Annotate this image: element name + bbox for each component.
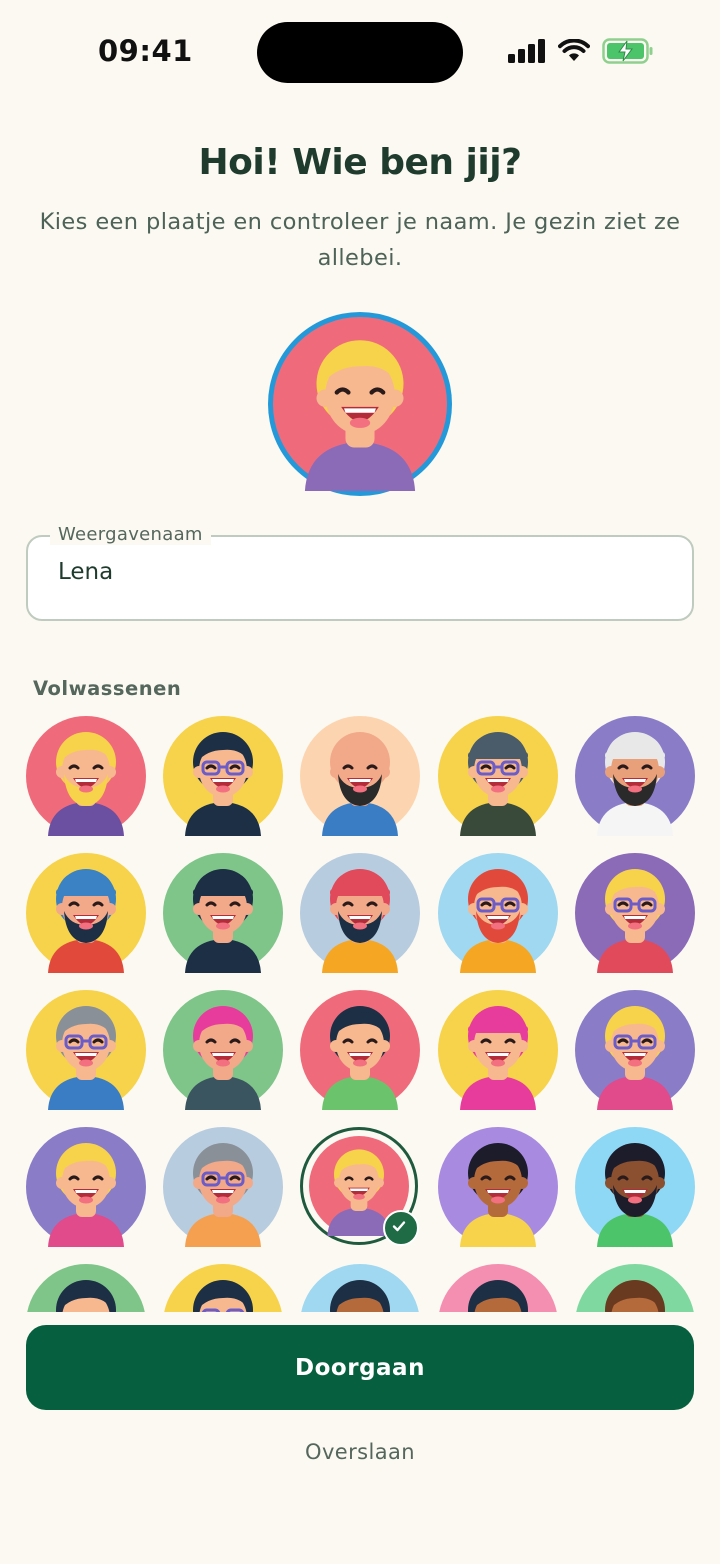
avatar-option[interactable] — [26, 1264, 146, 1312]
avatar-image — [26, 990, 146, 1110]
display-name-input[interactable] — [58, 559, 658, 585]
avatar-image — [163, 990, 283, 1110]
avatar-option[interactable] — [163, 853, 283, 973]
section-label-adults: Volwassenen — [33, 677, 182, 700]
skip-link[interactable]: Overslaan — [260, 1440, 460, 1464]
avatar-image — [575, 853, 695, 973]
avatar-image — [27, 1264, 145, 1312]
avatar-image — [301, 1264, 419, 1312]
avatar-image — [575, 716, 695, 836]
avatar-image — [164, 1264, 282, 1312]
avatar-option[interactable] — [163, 1264, 283, 1312]
avatar-image — [576, 1264, 694, 1312]
page-subtitle: Kies een plaatje en controleer je naam. … — [39, 209, 681, 271]
avatar-image — [300, 853, 420, 973]
avatar-option[interactable] — [163, 1127, 283, 1247]
avatar-image — [439, 1264, 557, 1312]
avatar-option[interactable] — [26, 716, 146, 836]
avatar-option[interactable] — [300, 853, 420, 973]
avatar-option[interactable] — [300, 716, 420, 836]
avatar-image — [438, 716, 558, 836]
avatar-option[interactable] — [575, 716, 695, 836]
avatar-option[interactable] — [26, 853, 146, 973]
avatar-option[interactable] — [575, 1127, 695, 1247]
avatar-option[interactable] — [163, 716, 283, 836]
page-title: Hoi! Wie ben jij? — [198, 142, 522, 183]
avatar-option[interactable] — [438, 990, 558, 1110]
avatar-image — [26, 1127, 146, 1247]
avatar-option[interactable] — [438, 716, 558, 836]
continue-button[interactable]: Doorgaan — [26, 1325, 694, 1410]
avatar-image — [163, 1127, 283, 1247]
display-name-field[interactable]: Weergavenaam — [26, 524, 694, 621]
avatar-option[interactable] — [575, 1264, 695, 1312]
selected-avatar-preview — [268, 312, 452, 496]
avatar-option[interactable] — [438, 1264, 558, 1312]
wifi-icon — [558, 39, 590, 61]
avatar-image — [163, 853, 283, 973]
status-bar: 09:41 — [0, 0, 720, 110]
status-icons — [508, 38, 654, 64]
display-name-label: Weergavenaam — [50, 524, 211, 545]
battery-charging-icon — [602, 38, 653, 64]
avatar-option[interactable] — [438, 1127, 558, 1247]
avatar-option[interactable] — [300, 990, 420, 1110]
avatar-grid — [0, 710, 720, 1312]
avatar-image — [575, 1127, 695, 1247]
avatar-option[interactable] — [26, 990, 146, 1110]
avatar-image — [26, 716, 146, 836]
selected-avatar-image — [273, 317, 447, 491]
status-time: 09:41 — [98, 34, 193, 68]
avatar-image — [300, 990, 420, 1110]
avatar-option[interactable] — [163, 990, 283, 1110]
avatar-image — [163, 716, 283, 836]
avatar-option[interactable] — [300, 1264, 420, 1312]
dynamic-island — [257, 22, 463, 83]
avatar-image — [438, 853, 558, 973]
avatar-option-selected[interactable] — [300, 1127, 419, 1246]
avatar-image — [438, 990, 558, 1110]
avatar-image — [575, 990, 695, 1110]
avatar-option[interactable] — [438, 853, 558, 973]
cellular-signal-icon — [508, 39, 545, 63]
avatar-option[interactable] — [575, 990, 695, 1110]
avatar-image — [300, 716, 420, 836]
selected-check-icon — [383, 1210, 419, 1246]
avatar-option[interactable] — [26, 1127, 146, 1247]
avatar-image — [26, 853, 146, 973]
avatar-image — [438, 1127, 558, 1247]
avatar-option[interactable] — [575, 853, 695, 973]
